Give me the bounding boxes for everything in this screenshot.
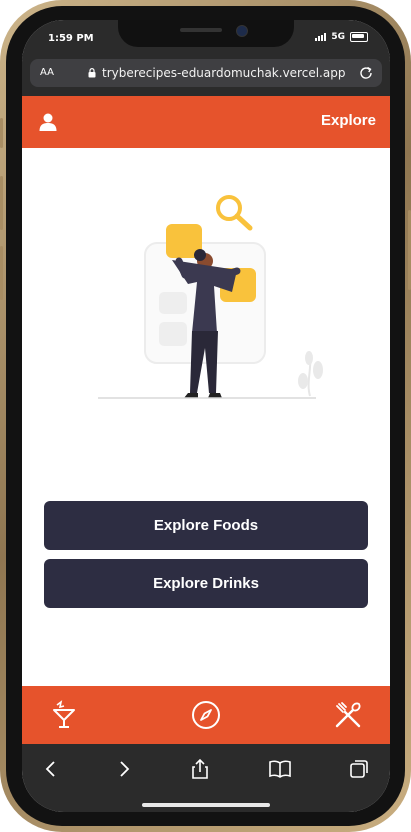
bookmarks-icon[interactable] — [269, 758, 291, 780]
explore-drinks-button[interactable]: Explore Drinks — [44, 559, 368, 608]
explore-compass-icon[interactable] — [191, 700, 221, 730]
browser-toolbar — [22, 744, 390, 812]
reload-icon[interactable] — [358, 65, 374, 81]
status-indicators: 5G — [315, 32, 368, 42]
app-footer — [22, 686, 390, 744]
drink-icon[interactable] — [49, 700, 79, 730]
explore-foods-button[interactable]: Explore Foods — [44, 501, 368, 550]
back-icon[interactable] — [40, 758, 62, 780]
volume-down-button — [0, 246, 3, 300]
lock-icon — [88, 68, 96, 78]
network-label: 5G — [331, 32, 345, 42]
profile-icon[interactable] — [38, 112, 58, 132]
status-time: 1:59 PM — [48, 33, 94, 44]
browser-address-area: AA trybe­recipes-eduardomuchak.vercel.ap… — [22, 56, 390, 96]
battery-icon — [350, 32, 368, 42]
camera-icon — [236, 25, 248, 37]
explore-illustration — [98, 195, 323, 399]
screen: 1:59 PM 5G AA trybe­recipes-eduardomucha… — [22, 20, 390, 812]
food-icon[interactable] — [333, 700, 363, 730]
text-size-button[interactable]: AA — [40, 67, 54, 78]
url-text: trybe­recipes-eduardomuchak.vercel.app — [102, 66, 346, 80]
mute-switch — [0, 118, 3, 148]
home-indicator — [142, 803, 270, 807]
page-title: Explore — [320, 112, 376, 129]
speaker-grille — [180, 28, 222, 32]
share-icon[interactable] — [189, 758, 211, 780]
volume-up-button — [0, 176, 3, 230]
forward-icon[interactable] — [113, 758, 135, 780]
tabs-icon[interactable] — [348, 758, 370, 780]
address-bar[interactable]: AA trybe­recipes-eduardomuchak.vercel.ap… — [30, 59, 382, 87]
app-header: Explore — [22, 96, 390, 148]
notch — [118, 20, 294, 47]
signal-icon — [315, 33, 327, 41]
